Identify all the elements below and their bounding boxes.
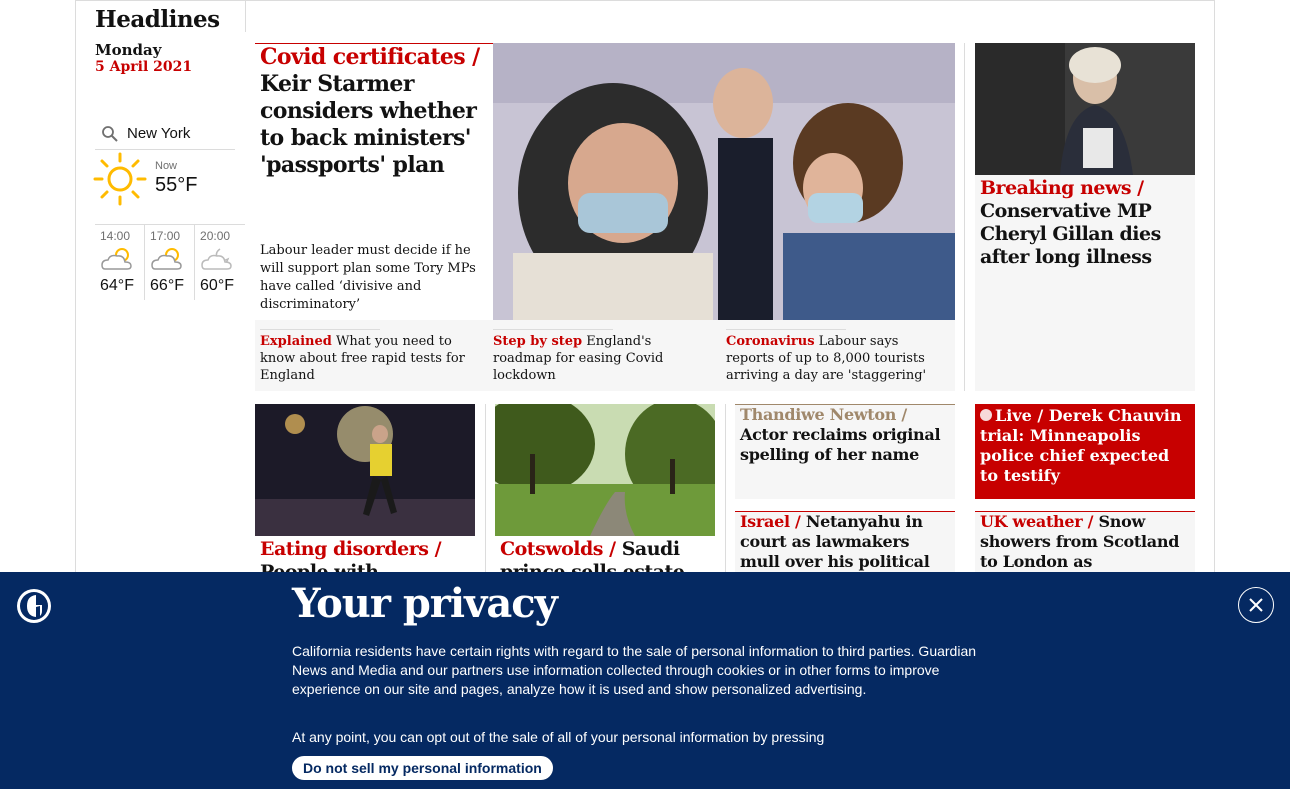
close-banner-button[interactable] <box>1238 587 1274 623</box>
weather-location[interactable]: New York <box>95 118 235 150</box>
date-full: 5 April 2021 <box>95 59 193 75</box>
main-headline-text: Keir Starmer considers whether to back m… <box>260 71 477 178</box>
partly-cloudy-icon <box>101 248 132 270</box>
eating-kicker: Eating disorders / <box>260 538 442 560</box>
top-divider <box>75 0 1215 1</box>
thandiwe-kicker: Thandiwe Newton / <box>740 405 907 424</box>
breaking-news-headline[interactable]: Breaking news / Conservative MP Cheryl G… <box>980 177 1190 269</box>
forecast-slot: 17:00 66°F <box>145 225 196 300</box>
live-card[interactable]: Live / Derek Chauvin trial: Minneapolis … <box>975 404 1195 499</box>
guardian-logo-icon <box>17 589 51 623</box>
sublink-rule <box>260 329 380 330</box>
main-story-image[interactable] <box>493 43 955 320</box>
column-divider <box>725 404 726 572</box>
weather-kicker: UK weather / <box>980 512 1094 531</box>
forecast-time: 17:00 <box>150 229 181 243</box>
weather-now: Now 55°F <box>93 152 235 222</box>
column-divider <box>485 404 486 572</box>
forecast-temp: 60°F <box>200 277 234 294</box>
do-not-sell-button[interactable]: Do not sell my personal information <box>292 756 553 780</box>
section-title: Headlines <box>95 6 220 33</box>
header-divider <box>245 0 246 32</box>
forecast-temp: 64°F <box>100 277 134 294</box>
forecast-time: 20:00 <box>200 229 231 243</box>
privacy-title: Your privacy <box>292 580 558 627</box>
sublink-rule <box>493 329 613 330</box>
israel-kicker: Israel / <box>740 512 801 531</box>
sublink-coronavirus[interactable]: Coronavirus Labour says reports of up to… <box>726 329 946 384</box>
breaking-news-image[interactable] <box>975 43 1195 175</box>
sublink-step-by-step[interactable]: Step by step England's roadmap for easin… <box>493 329 708 384</box>
search-icon <box>102 125 118 142</box>
forecast-temp: 66°F <box>150 277 184 294</box>
main-kicker: Covid certificates / <box>260 44 480 70</box>
date-day: Monday <box>95 41 162 59</box>
main-standfirst: Labour leader must decide if he will sup… <box>260 243 476 312</box>
column-divider <box>964 43 965 391</box>
thandiwe-headline-text: Actor reclaims original spelling of her … <box>740 425 941 464</box>
sublink-kicker: Step by step <box>493 334 583 349</box>
headlines-sidebar: Headlines Monday 5 April 2021 New York N… <box>93 0 245 300</box>
thandiwe-headline[interactable]: Thandiwe Newton / Actor reclaims origina… <box>740 405 950 465</box>
eating-disorders-image[interactable] <box>255 404 475 536</box>
privacy-description: California residents have certain rights… <box>292 643 977 697</box>
now-temperature: 55°F <box>155 174 198 196</box>
main-story-headline[interactable]: Covid certificates / Keir Starmer consid… <box>255 43 493 179</box>
breaking-headline-text: Conservative MP Cheryl Gillan dies after… <box>980 200 1161 268</box>
close-icon <box>1249 598 1263 612</box>
now-label: Now <box>155 160 178 172</box>
breaking-kicker: Breaking news / <box>980 177 1144 199</box>
cotswolds-kicker: Cotswolds / <box>500 538 616 560</box>
sun-icon <box>93 152 147 206</box>
privacy-banner: Your privacy California residents have c… <box>0 572 1290 789</box>
sublink-rule <box>726 329 846 330</box>
cotswolds-image[interactable] <box>495 404 715 536</box>
weather-forecast: 14:00 64°F 17:00 66°F 20:00 60°F <box>95 224 245 300</box>
cloudy-night-icon <box>201 248 232 270</box>
forecast-slot: 14:00 64°F <box>95 225 146 300</box>
privacy-opt-out-text: At any point, you can opt out of the sal… <box>292 729 825 745</box>
forecast-slot: 20:00 60°F <box>195 225 245 300</box>
sublink-kicker: Coronavirus <box>726 334 815 349</box>
vaccination-photo <box>493 43 955 320</box>
sublink-kicker: Explained <box>260 334 332 349</box>
park-photo <box>495 404 715 536</box>
live-label: Live / <box>995 406 1044 425</box>
sublink-explained[interactable]: Explained What you need to know about fr… <box>260 329 485 384</box>
runner-photo <box>255 404 475 536</box>
location-name: New York <box>127 125 191 142</box>
portrait-photo <box>975 43 1195 175</box>
live-dot-icon <box>980 409 992 421</box>
partly-cloudy-icon <box>151 248 182 270</box>
forecast-time: 14:00 <box>100 229 131 243</box>
